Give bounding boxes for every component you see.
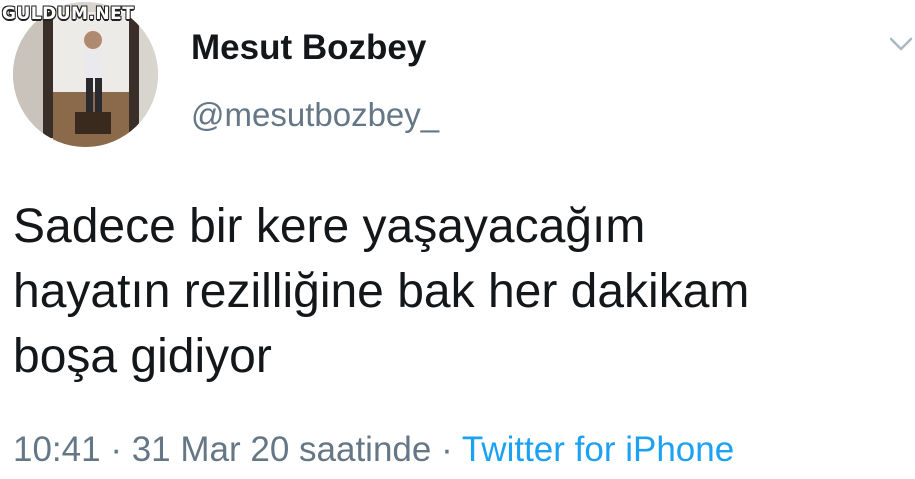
meta-separator: · bbox=[441, 430, 453, 469]
tweet-text: Sadece bir kere yaşayacağım hayatın rezi… bbox=[13, 194, 908, 389]
watermark-logo: GULDUM.NET bbox=[2, 4, 135, 24]
display-name[interactable]: Mesut Bozbey bbox=[191, 26, 426, 70]
user-handle[interactable]: @mesutbozbey_ bbox=[191, 95, 439, 135]
tweet-meta: 10:41 · 31 Mar 20 saatinde · Twitter for… bbox=[13, 428, 734, 472]
tweet-line: hayatın rezilliğine bak her dakikam bbox=[13, 265, 750, 318]
chevron-down-icon[interactable] bbox=[887, 30, 915, 58]
tweet-line: boşa gidiyor bbox=[13, 330, 272, 383]
tweet-date[interactable]: 31 Mar 20 saatinde bbox=[132, 430, 432, 469]
meta-separator: · bbox=[110, 430, 122, 469]
tweet-line: Sadece bir kere yaşayacağım bbox=[13, 200, 646, 253]
tweet-source-link[interactable]: Twitter for iPhone bbox=[462, 430, 734, 469]
tweet-time[interactable]: 10:41 bbox=[13, 430, 101, 469]
